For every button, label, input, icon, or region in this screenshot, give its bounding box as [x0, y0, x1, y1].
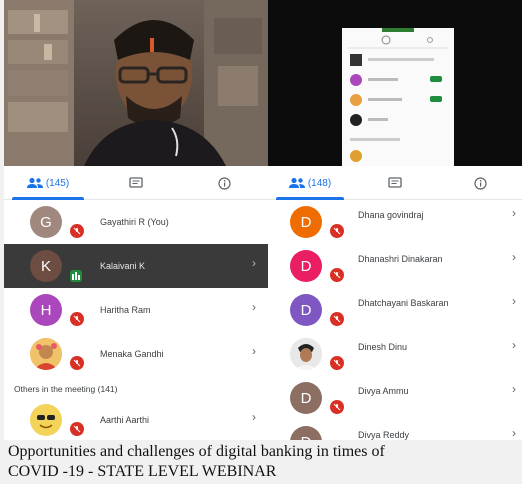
avatar-emoji [30, 404, 62, 436]
screen-share-feed[interactable] [268, 0, 522, 166]
info-icon [217, 176, 231, 190]
tab-people[interactable]: (145) [4, 166, 92, 200]
avatar-photo [30, 338, 62, 370]
chevron-right-icon[interactable]: › [512, 206, 516, 220]
mic-off-icon [330, 224, 344, 238]
mic-off-icon [70, 422, 84, 436]
chevron-right-icon[interactable]: › [252, 256, 256, 270]
list-item[interactable]: D Dhana govindraj › [268, 200, 522, 244]
left-panel-tabs: (145) [4, 166, 268, 200]
avatar: D [290, 294, 322, 326]
tab-chat[interactable] [92, 166, 180, 200]
avatar: K [30, 250, 62, 282]
participant-list: G Gayathiri R (You) K Kalaivani K › H Ha… [4, 200, 268, 440]
tab-chat[interactable] [352, 166, 438, 200]
participant-count: (148) [307, 177, 332, 189]
avatar: D [290, 382, 322, 414]
participant-list: D Dhana govindraj › D Dhanashri Dinakara… [268, 200, 522, 440]
chevron-right-icon[interactable]: › [252, 300, 256, 314]
people-icon [26, 177, 43, 188]
participant-name: Dhanashri Dinakaran [358, 254, 443, 264]
people-icon [288, 177, 305, 188]
list-item[interactable]: Aarthi Aarthi › [4, 398, 268, 440]
tab-people[interactable]: (148) [268, 166, 352, 200]
chevron-right-icon[interactable]: › [252, 410, 256, 424]
chat-icon [388, 177, 402, 188]
mic-off-icon [330, 268, 344, 282]
participant-name: Kalaivani K [100, 261, 146, 271]
participant-count: (145) [45, 177, 70, 189]
mic-off-icon [70, 312, 84, 326]
list-item[interactable]: H Haritha Ram › [4, 288, 268, 332]
avatar-photo [290, 338, 322, 370]
list-item[interactable]: D Divya Reddy › [268, 420, 522, 440]
audio-level-icon [70, 270, 82, 282]
participant-name: Gayathiri R (You) [100, 217, 169, 227]
mic-off-icon [330, 312, 344, 326]
participant-name: Divya Ammu [358, 386, 409, 396]
list-item[interactable]: D Dhanashri Dinakaran › [268, 244, 522, 288]
info-icon [473, 176, 487, 190]
chevron-right-icon[interactable]: › [252, 344, 256, 358]
avatar: D [290, 206, 322, 238]
mic-off-icon [330, 356, 344, 370]
list-item[interactable]: Dinesh Dinu › [268, 332, 522, 376]
chevron-right-icon[interactable]: › [512, 250, 516, 264]
chevron-right-icon[interactable]: › [512, 426, 516, 440]
participant-name: Dhatchayani Baskaran [358, 298, 449, 308]
mic-off-icon [330, 400, 344, 414]
avatar: G [30, 206, 62, 238]
list-item[interactable]: K Kalaivani K › [4, 244, 268, 288]
tab-info[interactable] [438, 166, 522, 200]
mic-off-icon [70, 224, 84, 238]
list-item[interactable]: Menaka Gandhi › [4, 332, 268, 376]
participant-name: Haritha Ram [100, 305, 151, 315]
section-header: Others in the meeting (141) [14, 384, 118, 394]
right-participants-panel: (148) D Dhana govindraj › D Dhanashri Di… [268, 0, 522, 440]
phone-screen-thumbnail [342, 28, 454, 166]
participant-name: Menaka Gandhi [100, 349, 164, 359]
chevron-right-icon[interactable]: › [512, 294, 516, 308]
list-item[interactable]: D Dhatchayani Baskaran › [268, 288, 522, 332]
left-participants-panel: (145) G Gayathiri R (You) K Kalaivani K … [4, 0, 268, 440]
participant-name: Aarthi Aarthi [100, 415, 150, 425]
participant-name: Dinesh Dinu [358, 342, 408, 352]
participant-name: Dhana govindraj [358, 210, 424, 220]
caption-line-2: COVID -19 - STATE LEVEL WEBINAR [8, 463, 277, 480]
avatar: D [290, 250, 322, 282]
list-item[interactable]: G Gayathiri R (You) [4, 200, 268, 244]
video-frame-image [4, 0, 268, 166]
right-panel-tabs: (148) [268, 166, 522, 200]
caption-line-1: Opportunities and challenges of digital … [8, 443, 385, 460]
tab-info[interactable] [180, 166, 268, 200]
shared-phone-screen [342, 28, 454, 166]
avatar: H [30, 294, 62, 326]
participant-name: Divya Reddy [358, 430, 410, 440]
participant-video-feed[interactable] [4, 0, 268, 166]
chevron-right-icon[interactable]: › [512, 382, 516, 396]
webinar-caption: Opportunities and challenges of digital … [8, 442, 514, 482]
chevron-right-icon[interactable]: › [512, 338, 516, 352]
mic-off-icon [70, 356, 84, 370]
avatar: D [290, 426, 322, 440]
list-item[interactable]: D Divya Ammu › [268, 376, 522, 420]
chat-icon [129, 177, 143, 188]
